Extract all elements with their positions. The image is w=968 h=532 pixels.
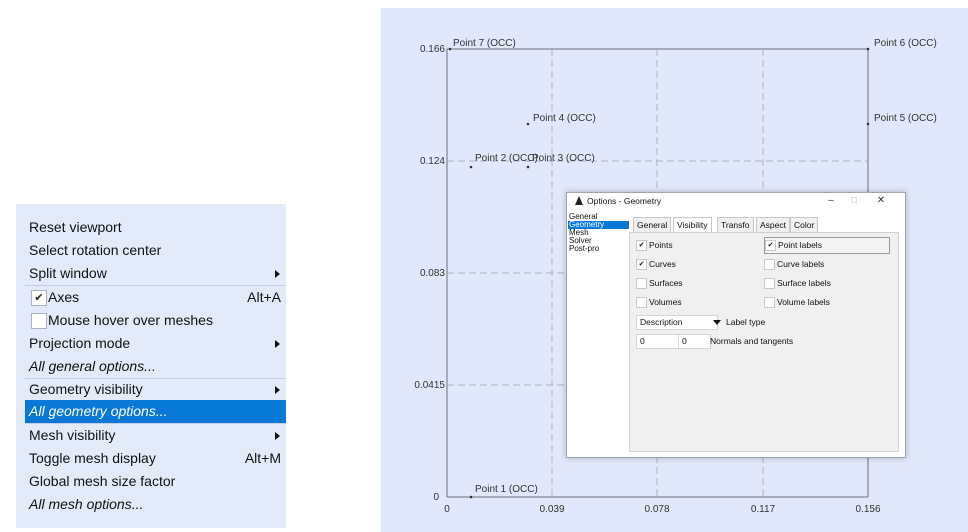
menu-item-mouse-hover[interactable]: Mouse hover over meshes	[25, 309, 286, 332]
checkbox-unchecked-icon[interactable]	[636, 297, 647, 308]
option-volume-labels[interactable]: Volume labels	[764, 296, 884, 308]
x-tick-label: 0.117	[751, 504, 776, 515]
option-curves[interactable]: ✔ Curves	[636, 258, 756, 270]
checkbox-unchecked-icon[interactable]	[31, 313, 47, 329]
checkbox-checked-icon[interactable]: ✔	[636, 259, 647, 270]
x-tick-label: 0.078	[644, 504, 669, 515]
option-curve-labels[interactable]: Curve labels	[764, 258, 884, 270]
menu-item-select-rotation-center[interactable]: Select rotation center	[25, 239, 286, 262]
submenu-arrow-icon	[275, 432, 280, 440]
maximize-icon[interactable]: □	[845, 194, 863, 208]
menu-item-split-window[interactable]: Split window	[25, 262, 286, 285]
checkbox-unchecked-icon[interactable]	[636, 278, 647, 289]
category-list: General Geometry Mesh Solver Post-pro	[568, 213, 629, 453]
close-icon[interactable]: ✕	[872, 194, 890, 208]
checkbox-unchecked-icon[interactable]	[764, 297, 775, 308]
menu-item-mesh-visibility[interactable]: Mesh visibility	[25, 424, 286, 447]
y-tick-label: 0.0415	[414, 380, 445, 391]
option-surfaces[interactable]: Surfaces	[636, 277, 756, 289]
checkbox-checked-icon[interactable]: ✔	[636, 240, 647, 251]
geometry-point-marker[interactable]	[469, 495, 473, 499]
x-tick-label: 0	[444, 504, 450, 515]
visibility-panel: ✔ Points ✔ Curves Surfaces Volumes ✔ Poi…	[629, 232, 899, 452]
geometry-point-marker[interactable]	[469, 165, 473, 169]
point-label: Point 3 (OCC)	[532, 153, 595, 164]
menu-item-projection-mode[interactable]: Projection mode	[25, 332, 286, 355]
y-tick-label: 0.083	[420, 268, 445, 279]
point-label: Point 7 (OCC)	[453, 38, 516, 49]
dialog-title: Options - Geometry	[587, 196, 662, 206]
y-tick-label: 0.124	[420, 156, 445, 167]
label-type-select[interactable]: Description	[636, 315, 721, 330]
point-label: Point 5 (OCC)	[874, 113, 937, 124]
submenu-arrow-icon	[275, 270, 280, 278]
menu-item-all-mesh-options[interactable]: All mesh options...	[25, 493, 286, 516]
y-tick-label: 0.166	[420, 44, 445, 55]
submenu-arrow-icon	[275, 340, 280, 348]
menu-item-reset-viewport[interactable]: Reset viewport	[25, 216, 286, 239]
dialog-titlebar[interactable]: Options - Geometry – □ ✕	[567, 193, 905, 210]
option-volumes[interactable]: Volumes	[636, 296, 756, 308]
submenu-arrow-icon	[275, 386, 280, 394]
option-point-labels[interactable]: ✔ Point labels	[764, 237, 890, 254]
shortcut-label: Alt+A	[247, 289, 281, 305]
menu-item-axes[interactable]: ✔ Axes Alt+A	[25, 286, 286, 309]
gmsh-logo-icon	[575, 196, 583, 205]
option-surface-labels[interactable]: Surface labels	[764, 277, 884, 289]
geometry-point-marker[interactable]	[866, 122, 870, 126]
geometry-point-marker[interactable]	[866, 47, 870, 51]
geometry-point-marker[interactable]	[526, 165, 530, 169]
checkbox-checked-icon[interactable]: ✔	[765, 240, 776, 251]
normals-field[interactable]: 0	[636, 334, 679, 349]
chevron-down-icon	[713, 320, 721, 325]
options-dialog: Options - Geometry – □ ✕ General Geometr…	[566, 192, 906, 458]
geometry-point-marker[interactable]	[526, 122, 530, 126]
menu-item-all-geometry-options[interactable]: All geometry options...	[25, 400, 286, 423]
y-tick-label: 0	[433, 492, 439, 503]
point-label: Point 4 (OCC)	[533, 113, 596, 124]
category-post-pro[interactable]: Post-pro	[568, 245, 629, 253]
point-label: Point 2 (OCC)	[475, 153, 538, 164]
menu-item-toggle-mesh-display[interactable]: Toggle mesh display Alt+M	[25, 447, 286, 470]
checkbox-unchecked-icon[interactable]	[764, 278, 775, 289]
menu-item-global-mesh-size-factor[interactable]: Global mesh size factor	[25, 470, 286, 493]
option-points[interactable]: ✔ Points	[636, 239, 756, 251]
shortcut-label: Alt+M	[244, 450, 281, 466]
menu-item-all-general-options[interactable]: All general options...	[25, 355, 286, 378]
context-menu: Reset viewport Select rotation center Sp…	[16, 204, 286, 528]
point-label: Point 1 (OCC)	[475, 484, 538, 495]
checkbox-checked-icon[interactable]: ✔	[31, 290, 47, 306]
minimize-icon[interactable]: –	[822, 194, 840, 208]
checkbox-unchecked-icon[interactable]	[764, 259, 775, 270]
geometry-point-marker[interactable]	[448, 47, 452, 51]
normals-caption: Normals and tangents	[710, 336, 794, 346]
tangents-field[interactable]: 0	[678, 334, 711, 349]
menu-item-geometry-visibility[interactable]: Geometry visibility	[25, 378, 286, 401]
point-label: Point 6 (OCC)	[874, 38, 937, 49]
x-tick-label: 0.156	[855, 504, 880, 515]
label-type-caption: Label type	[726, 317, 766, 327]
x-tick-label: 0.039	[539, 504, 564, 515]
